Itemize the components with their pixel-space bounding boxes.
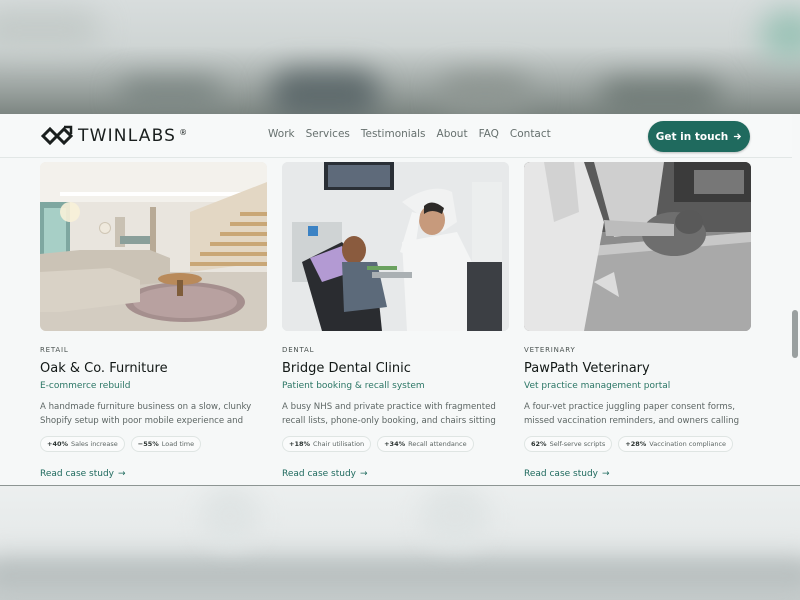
nav-link-faq[interactable]: FAQ bbox=[479, 128, 499, 140]
card-stats: +18% Chair utilisation +34% Recall attenda… bbox=[282, 436, 474, 452]
blurred-backdrop-top bbox=[0, 0, 800, 114]
nav-link-about[interactable]: About bbox=[437, 128, 468, 140]
case-study-card[interactable]: RETAIL Oak & Co. Furniture E-commerce re… bbox=[40, 162, 267, 479]
card-subtitle: E-commerce rebuild bbox=[40, 381, 131, 391]
nav-link-work[interactable]: Work bbox=[268, 128, 295, 140]
page-scrollbar[interactable] bbox=[792, 310, 798, 358]
card-subtitle: Vet practice management portal bbox=[524, 381, 671, 391]
dental-clinic-photo bbox=[282, 162, 509, 331]
nav-link-contact[interactable]: Contact bbox=[510, 128, 551, 140]
arrow-right-icon bbox=[734, 133, 742, 140]
get-in-touch-button[interactable]: Get in touch bbox=[648, 121, 750, 152]
veterinary-photo bbox=[524, 162, 751, 331]
nav-link-testimonials[interactable]: Testimonials bbox=[361, 128, 426, 140]
main-nav: Work Services Testimonials About FAQ Con… bbox=[268, 128, 551, 140]
card-description: A four-vet practice juggling paper conse… bbox=[524, 402, 740, 426]
card-category: DENTAL bbox=[282, 346, 315, 354]
nav-link-services[interactable]: Services bbox=[306, 128, 350, 140]
read-case-study-link[interactable]: Read case study → bbox=[524, 469, 610, 479]
stat-pill: 62% Self-serve scripts bbox=[524, 436, 613, 452]
twinlabs-logo-icon bbox=[40, 125, 74, 146]
card-description: A busy NHS and private practice with fra… bbox=[282, 402, 496, 426]
case-study-card[interactable]: VETERINARY PawPath Veterinary Vet practi… bbox=[524, 162, 751, 479]
case-study-card[interactable]: DENTAL Bridge Dental Clinic Patient book… bbox=[282, 162, 509, 479]
arrow-right-icon: → bbox=[360, 469, 368, 479]
card-stats: +40% Sales increase −55% Load time bbox=[40, 436, 202, 452]
browser-viewport: TWINLABS ® Work Services Testimonials Ab… bbox=[0, 114, 800, 486]
card-title: Bridge Dental Clinic bbox=[282, 361, 411, 376]
stat-pill: +28% Vaccination compliance bbox=[618, 436, 734, 452]
site-header: TWINLABS ® Work Services Testimonials Ab… bbox=[0, 114, 792, 158]
card-subtitle: Patient booking & recall system bbox=[282, 381, 425, 391]
card-category: RETAIL bbox=[40, 346, 69, 354]
living-room-photo bbox=[40, 162, 267, 331]
stat-pill: +34% Recall attendance bbox=[377, 436, 474, 452]
arrow-right-icon: → bbox=[118, 469, 126, 479]
brand-logo[interactable]: TWINLABS ® bbox=[40, 124, 187, 148]
stat-pill: +18% Chair utilisation bbox=[282, 436, 372, 452]
card-description: A handmade furniture business on a slow,… bbox=[40, 402, 252, 426]
brand-name: TWINLABS bbox=[78, 126, 177, 146]
arrow-right-icon: → bbox=[602, 469, 610, 479]
blurred-backdrop-bottom bbox=[0, 486, 800, 600]
card-title: PawPath Veterinary bbox=[524, 361, 650, 376]
read-case-study-link[interactable]: Read case study → bbox=[282, 469, 368, 479]
stat-pill: +40% Sales increase bbox=[40, 436, 125, 452]
cta-label: Get in touch bbox=[655, 130, 729, 143]
stat-pill: −55% Load time bbox=[130, 436, 202, 452]
card-title: Oak & Co. Furniture bbox=[40, 361, 168, 376]
card-category: VETERINARY bbox=[524, 346, 576, 354]
read-case-study-link[interactable]: Read case study → bbox=[40, 469, 126, 479]
registered-mark: ® bbox=[179, 127, 188, 137]
card-stats: 62% Self-serve scripts +28% Vaccination co… bbox=[524, 436, 734, 452]
